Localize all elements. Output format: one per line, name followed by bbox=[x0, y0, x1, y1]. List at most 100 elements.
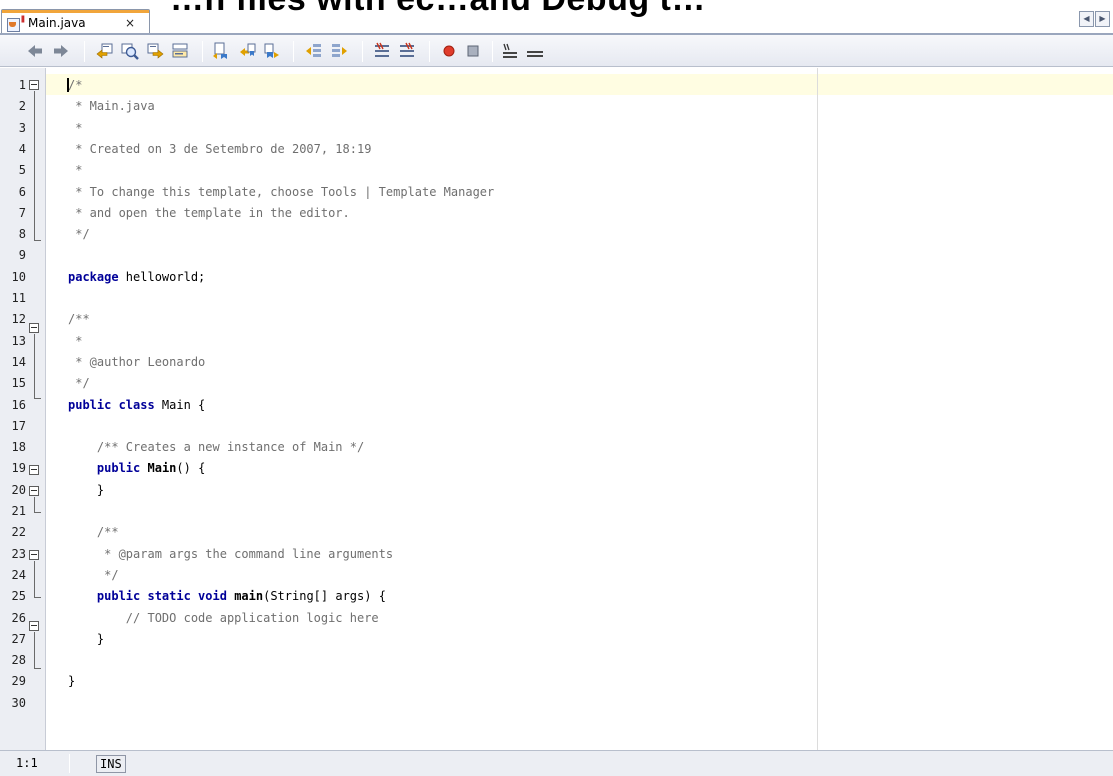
code-text: } bbox=[68, 483, 105, 497]
code-comment: * Main.java bbox=[68, 99, 155, 113]
fold-toggle-icon[interactable] bbox=[29, 550, 39, 560]
code-line: public class Main { bbox=[68, 398, 205, 412]
code-comment: * @author Leonardo bbox=[68, 355, 206, 369]
line-number: 5 bbox=[18, 163, 26, 177]
line-number: 6 bbox=[18, 185, 26, 199]
code-line: * To change this template, choose Tools … bbox=[68, 185, 494, 199]
caret-position: 1:1 bbox=[16, 756, 38, 770]
code-line: public static void main(String[] args) { bbox=[68, 589, 386, 603]
fold-toggle-icon[interactable] bbox=[29, 465, 39, 475]
highlight-search-icon[interactable] bbox=[171, 42, 189, 60]
line-number: 7 bbox=[18, 206, 26, 220]
uncomment-icon[interactable] bbox=[398, 42, 416, 60]
line-number: 28 bbox=[11, 653, 26, 667]
close-tab-icon[interactable]: × bbox=[125, 16, 135, 30]
format-icon[interactable] bbox=[501, 42, 519, 60]
scroll-tabs-left-icon[interactable]: ◀ bbox=[1079, 11, 1094, 27]
line-number: 10 bbox=[11, 270, 26, 284]
fold-guide bbox=[34, 497, 35, 512]
toggle-bookmark-icon[interactable] bbox=[263, 42, 281, 60]
previous-bookmark-icon[interactable] bbox=[212, 42, 230, 60]
code-line: public Main() { bbox=[68, 461, 205, 475]
code-text: } bbox=[68, 632, 105, 646]
code-comment: /** Creates a new instance of Main */ bbox=[68, 440, 365, 454]
right-margin-line bbox=[817, 68, 818, 750]
comment-icon[interactable] bbox=[373, 42, 391, 60]
line-number: 20 bbox=[11, 483, 26, 497]
line-number: 17 bbox=[11, 419, 26, 433]
fold-end-marker bbox=[34, 512, 41, 513]
forward-arrow-icon[interactable] bbox=[52, 42, 70, 60]
text-caret bbox=[67, 78, 69, 92]
fold-guide bbox=[34, 561, 35, 597]
find-previous-icon[interactable] bbox=[96, 42, 114, 60]
code-line: /** Creates a new instance of Main */ bbox=[68, 440, 364, 454]
shift-left-icon[interactable] bbox=[305, 42, 323, 60]
code-keyword: public bbox=[96, 461, 141, 475]
toolbar-separator bbox=[293, 41, 294, 62]
line-number: 21 bbox=[11, 504, 26, 518]
line-number: 16 bbox=[11, 398, 26, 412]
code-text: helloworld; bbox=[118, 270, 206, 284]
scroll-tabs-right-icon[interactable]: ▶ bbox=[1095, 11, 1110, 27]
line-number: 13 bbox=[11, 334, 26, 348]
tab-main-java[interactable]: ||| Main.java × bbox=[1, 9, 150, 34]
line-number: 8 bbox=[18, 227, 26, 241]
record-macro-icon[interactable] bbox=[440, 42, 458, 60]
code-line: */ bbox=[68, 568, 119, 582]
code-line: package helloworld; bbox=[68, 270, 205, 284]
line-number: 22 bbox=[11, 525, 26, 539]
next-bookmark-icon[interactable] bbox=[238, 42, 256, 60]
stop-macro-icon[interactable] bbox=[464, 42, 482, 60]
fold-toggle-icon[interactable] bbox=[29, 621, 39, 631]
find-next-icon[interactable] bbox=[146, 42, 164, 60]
line-number: 2 bbox=[18, 99, 26, 113]
current-line-highlight bbox=[46, 74, 1113, 95]
editor-tab-strip: …n files with ec…and Debug t… ||| Main.j… bbox=[0, 0, 1113, 38]
code-line: * and open the template in the editor. bbox=[68, 206, 350, 220]
code-comment: */ bbox=[68, 227, 90, 241]
lines-icon[interactable] bbox=[526, 42, 544, 60]
fold-toggle-icon[interactable] bbox=[29, 80, 39, 90]
code-comment: * bbox=[68, 334, 83, 348]
editor-toolbar bbox=[0, 35, 1113, 67]
background-window-title-fragment: …n files with ec…and Debug t… bbox=[170, 0, 706, 19]
line-number: 27 bbox=[11, 632, 26, 646]
shift-right-icon[interactable] bbox=[330, 42, 348, 60]
toolbar-separator bbox=[362, 41, 363, 62]
code-line: /* bbox=[68, 78, 82, 92]
code-comment: * and open the template in the editor. bbox=[68, 206, 350, 220]
line-number: 14 bbox=[11, 355, 26, 369]
code-comment: */ bbox=[68, 376, 90, 390]
code-line: /** bbox=[68, 525, 119, 539]
code-text: } bbox=[68, 674, 76, 688]
back-arrow-icon[interactable] bbox=[26, 42, 44, 60]
insert-mode-indicator[interactable]: INS bbox=[96, 755, 126, 773]
toolbar-separator bbox=[84, 41, 85, 62]
line-number: 4 bbox=[18, 142, 26, 156]
code-comment: /** bbox=[68, 525, 119, 539]
fold-end-marker bbox=[34, 398, 41, 399]
line-number: 15 bbox=[11, 376, 26, 390]
code-comment: // TODO code application logic here bbox=[68, 611, 379, 625]
line-number: 26 bbox=[11, 611, 26, 625]
code-editor[interactable]: /* * Main.java * * Created on 3 de Setem… bbox=[0, 68, 1113, 750]
fold-toggle-icon[interactable] bbox=[29, 486, 39, 496]
code-comment: * @param args the command line arguments bbox=[68, 547, 394, 561]
code-comment: */ bbox=[68, 568, 119, 582]
code-line: */ bbox=[68, 376, 90, 390]
line-number: 29 bbox=[11, 674, 26, 688]
tab-scroll-controls: ◀ ▶ bbox=[1079, 11, 1113, 29]
fold-toggle-icon[interactable] bbox=[29, 323, 39, 333]
line-number: 25 bbox=[11, 589, 26, 603]
line-number: 23 bbox=[11, 547, 26, 561]
code-line: * bbox=[68, 121, 82, 135]
code-line: */ bbox=[68, 227, 90, 241]
line-number: 18 bbox=[11, 440, 26, 454]
fold-end-marker bbox=[34, 240, 41, 241]
code-line: } bbox=[68, 483, 104, 497]
code-line: * bbox=[68, 334, 82, 348]
find-selection-icon[interactable] bbox=[121, 42, 139, 60]
